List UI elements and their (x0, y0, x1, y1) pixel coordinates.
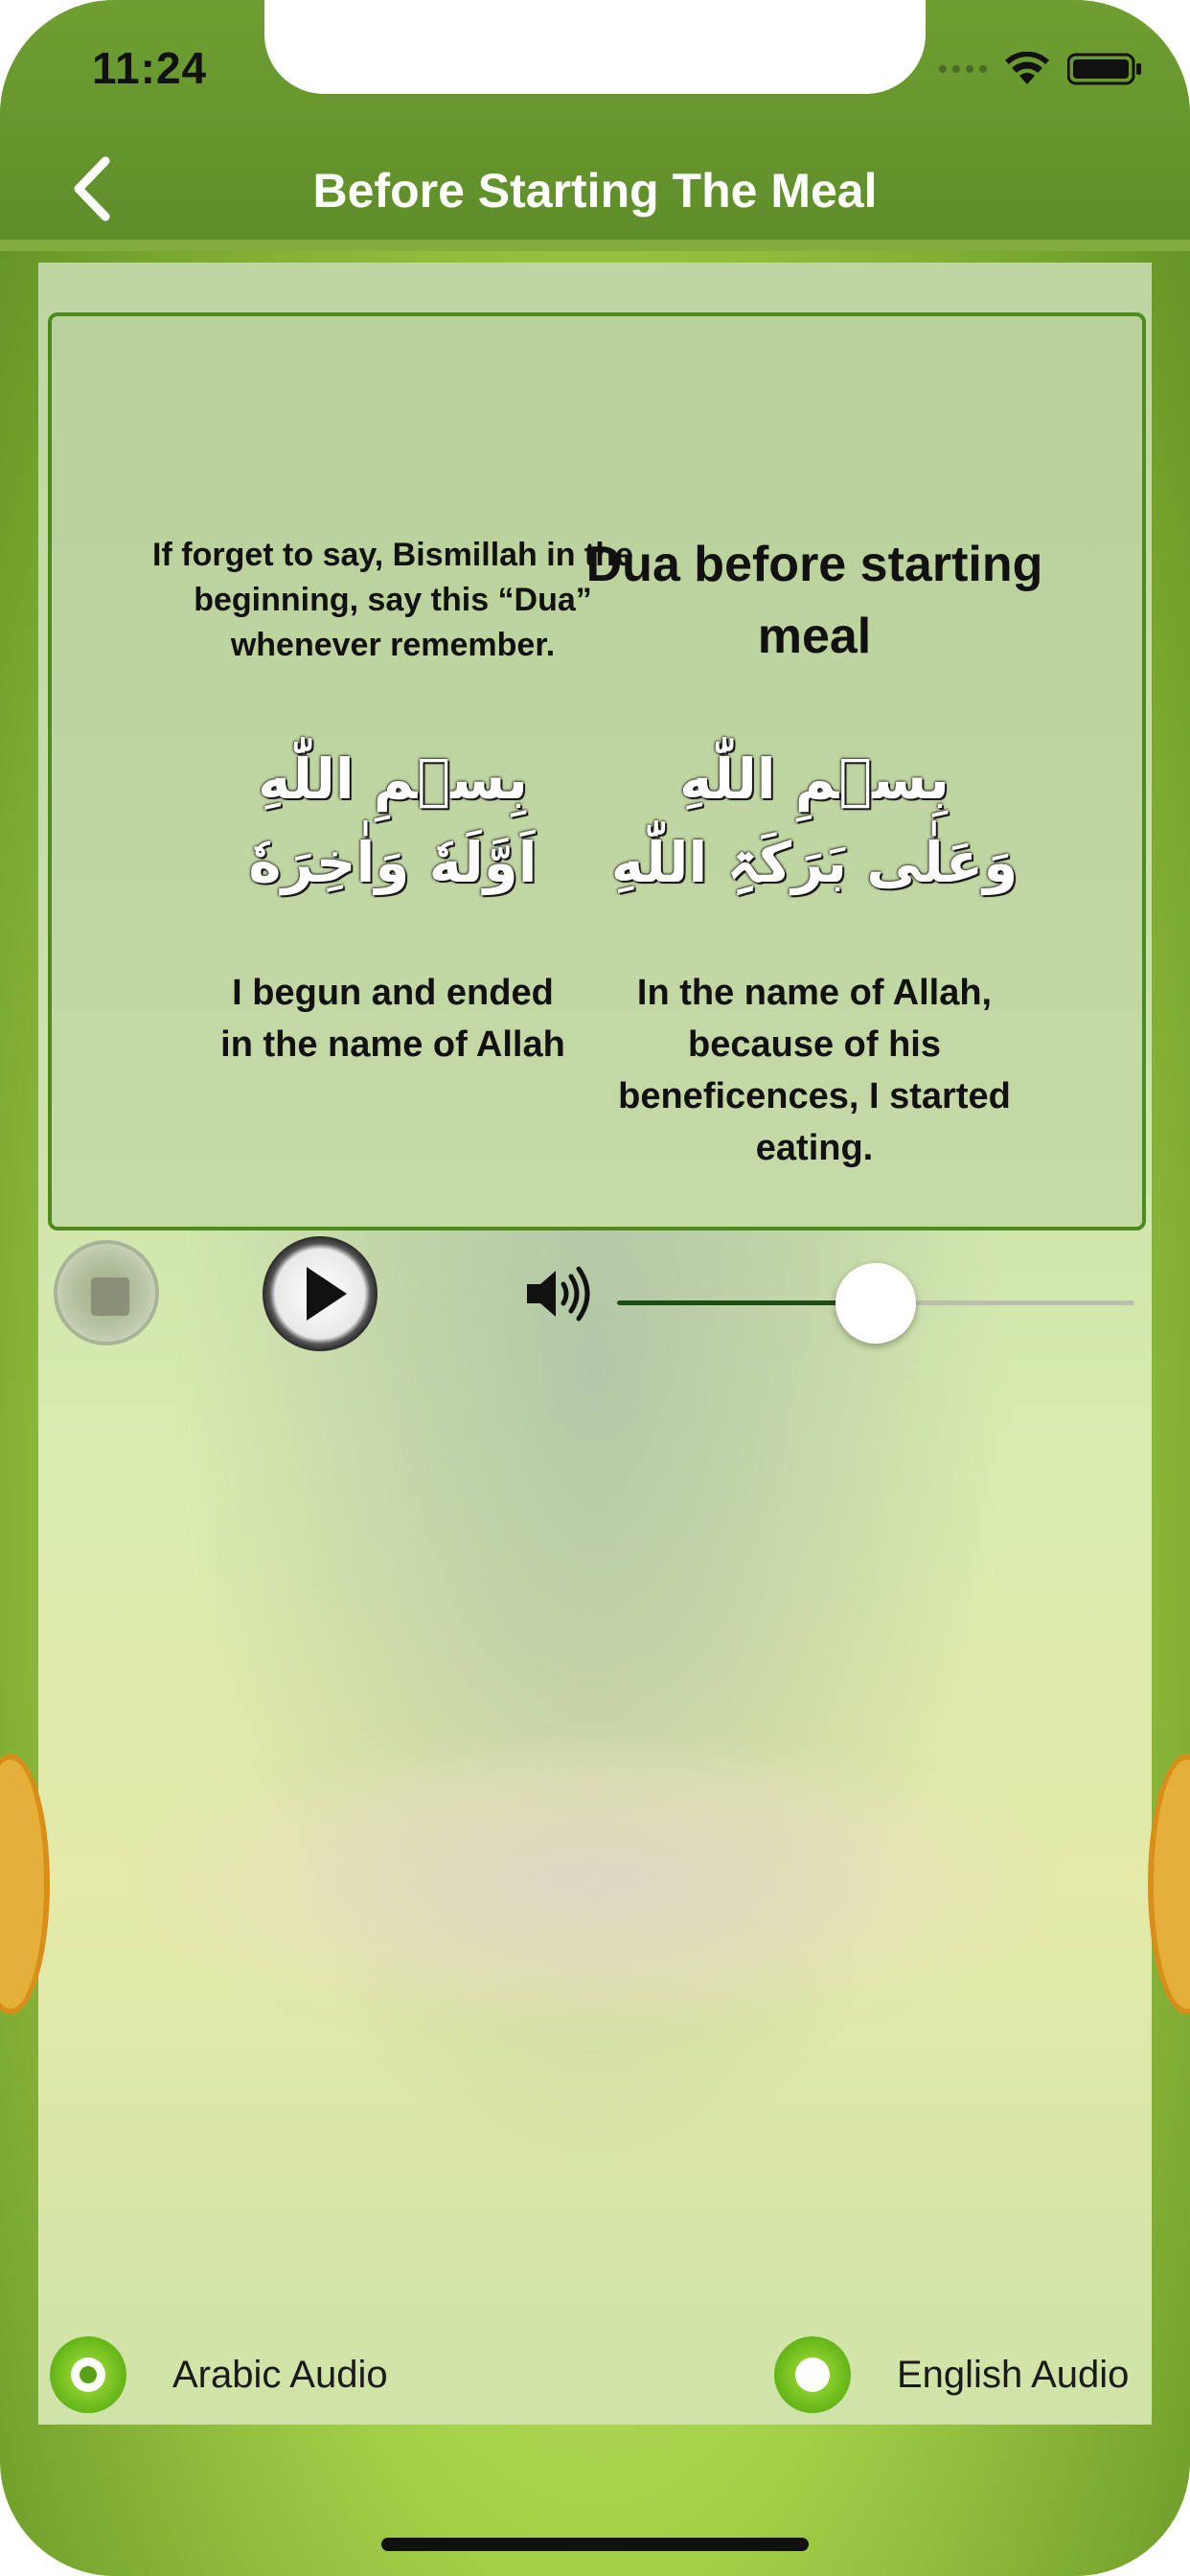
dua-heading: Dua before starting meal (585, 537, 1043, 665)
english-audio-label: English Audio (897, 2353, 1130, 2396)
arabic-audio-label: Arabic Audio (172, 2353, 388, 2396)
translation-left: I begun and ended in the name of Allah (220, 973, 565, 1065)
device-notch (264, 0, 926, 94)
english-audio-radio[interactable] (774, 2336, 851, 2413)
arabic-text-left: بِسۡمِ اللّٰهِ اَوَّلَهٗ وَاٰخِرَهٗ (144, 738, 642, 905)
english-audio-option[interactable]: English Audio (774, 2336, 1129, 2413)
arabic-text-right: بِسۡمِ اللّٰهِ وَعَلٰی بَرَکَۃِ اللّٰهِ (575, 738, 1054, 905)
cellular-signal-icon (939, 65, 987, 73)
status-time: 11:24 (92, 43, 208, 93)
forget-note: If forget to say, Bismillah in the begin… (152, 537, 633, 663)
arabic-audio-radio[interactable] (50, 2336, 126, 2413)
translation-right: In the name of Allah, because of his ben… (618, 973, 1011, 1168)
status-icons (939, 52, 1142, 86)
volume-slider[interactable] (617, 1263, 1134, 1344)
arabic-right-line1: بِسۡمِ اللّٰهِ (679, 747, 950, 812)
volume-thumb[interactable] (835, 1263, 916, 1344)
play-button[interactable] (263, 1236, 378, 1351)
arabic-right-line2: وَعَلٰی بَرَکَۃِ اللّٰهِ (610, 830, 1018, 895)
arabic-left-line2: اَوَّلَهٗ وَاٰخِرَهٗ (248, 830, 538, 895)
audio-player (48, 1236, 1150, 1351)
nav-divider (0, 240, 1190, 251)
stop-icon (91, 1277, 129, 1316)
stop-button[interactable] (54, 1240, 159, 1346)
home-indicator[interactable] (381, 2538, 809, 2551)
decorative-food-right (1148, 1754, 1190, 2014)
background-plate-image (144, 1738, 1044, 2026)
wifi-icon (1005, 52, 1049, 84)
app-screen: 11:24 Before Starting The Meal If forget… (0, 0, 1190, 2576)
arabic-audio-option[interactable]: Arabic Audio (50, 2336, 388, 2413)
speaker-icon (527, 1266, 590, 1322)
arabic-left-line1: بِسۡمِ اللّٰهِ (258, 747, 528, 812)
play-icon (307, 1267, 347, 1321)
battery-icon (1067, 53, 1141, 85)
page-title: Before Starting The Meal (312, 164, 878, 218)
